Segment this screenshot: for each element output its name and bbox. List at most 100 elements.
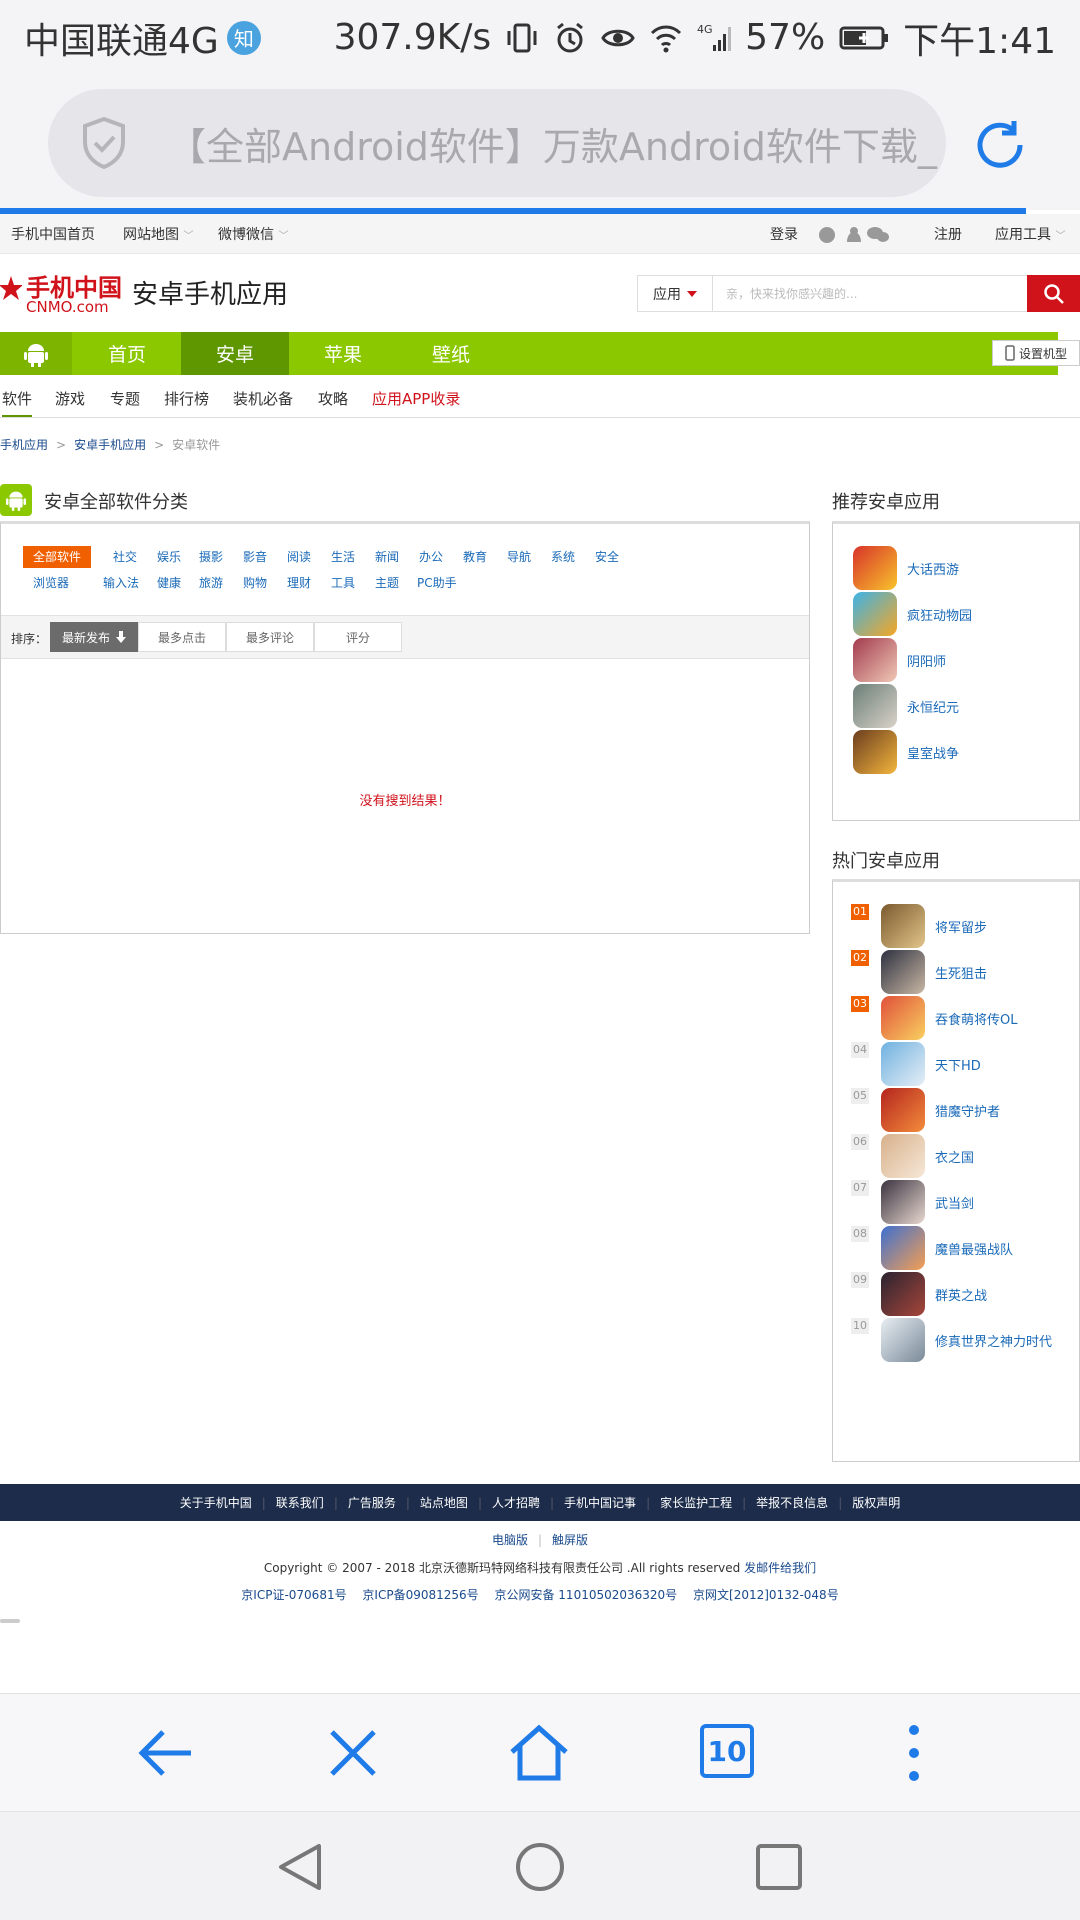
public-security-record[interactable]: 京公网安备 11010502036320号 <box>494 1588 677 1602</box>
tab-count-button[interactable]: 10 <box>700 1724 754 1778</box>
footer-link[interactable]: 人才招聘 <box>492 1494 540 1511</box>
category-filter[interactable]: 办公 <box>419 546 443 568</box>
category-filter[interactable]: 影音 <box>243 546 267 568</box>
system-back-icon[interactable] <box>275 1842 325 1892</box>
sort-rating-button[interactable]: 评分 <box>314 622 402 652</box>
social-icons <box>819 227 889 243</box>
home-icon[interactable] <box>508 1722 570 1784</box>
more-menu-icon[interactable] <box>883 1722 945 1784</box>
register-link[interactable]: 注册 <box>934 224 962 244</box>
category-filter[interactable]: 工具 <box>331 572 355 594</box>
app-icon <box>881 996 925 1040</box>
icp-license[interactable]: 京ICP证-070681号 <box>241 1588 346 1602</box>
category-filter[interactable]: 旅游 <box>199 572 223 594</box>
system-recents-icon[interactable] <box>755 1843 803 1891</box>
category-filter[interactable]: 教育 <box>463 546 487 568</box>
subnav-topics[interactable]: 专题 <box>110 388 140 409</box>
app-name: 天下HD <box>935 1059 981 1074</box>
carrier-label: 中国联通4G <box>24 20 219 62</box>
category-filter[interactable]: 理财 <box>287 572 311 594</box>
tab-android[interactable]: 安卓 <box>181 332 289 375</box>
sort-clicks-button[interactable]: 最多点击 <box>138 622 226 652</box>
tab-wallpaper[interactable]: 壁纸 <box>397 332 505 375</box>
main-nav: 首页 安卓 苹果 壁纸 <box>0 332 1058 375</box>
category-filter[interactable]: 摄影 <box>199 546 223 568</box>
category-filter[interactable]: 生活 <box>331 546 355 568</box>
category-filter[interactable]: 导航 <box>507 546 531 568</box>
category-all-active[interactable]: 全部软件 <box>23 546 92 568</box>
culture-license[interactable]: 京网文[2012]0132-048号 <box>693 1588 839 1602</box>
subnav-software[interactable]: 软件 <box>2 388 33 417</box>
footer-link[interactable]: 手机中国记事 <box>564 1494 636 1511</box>
category-filter[interactable]: 社交 <box>113 546 137 568</box>
qq-icon <box>847 227 861 242</box>
search-button[interactable] <box>1027 275 1080 312</box>
category-filter[interactable]: 娱乐 <box>157 546 181 568</box>
app-name: 吞食萌将传OL <box>935 1013 1018 1028</box>
divider: | <box>477 1495 482 1510</box>
search-input[interactable]: 亲，快来找你感兴趣的... <box>726 285 857 302</box>
footer-link[interactable]: 家长监护工程 <box>660 1494 732 1511</box>
category-filter[interactable]: 浏览器 <box>33 572 69 594</box>
touch-version-link[interactable]: 触屏版 <box>552 1533 588 1547</box>
recommended-title: 推荐安卓应用 <box>832 492 940 513</box>
subnav-essentials[interactable]: 装机必备 <box>233 388 293 409</box>
login-link[interactable]: 登录 <box>770 224 798 244</box>
category-filter[interactable]: 购物 <box>243 572 267 594</box>
category-filter[interactable]: 阅读 <box>287 546 311 568</box>
divider: | <box>550 1495 555 1510</box>
set-model-button[interactable]: 设置机型 <box>992 340 1080 366</box>
app-icon <box>881 950 925 994</box>
svg-text:4G: 4G <box>697 23 713 36</box>
email-us-link[interactable]: 发邮件给我们 <box>744 1561 816 1575</box>
rank-badge: 06 <box>851 1134 869 1150</box>
eye-icon <box>601 29 635 46</box>
battery-percent: 57% <box>745 17 826 58</box>
breadcrumb-current: 安卓软件 <box>172 438 221 452</box>
category-filter[interactable]: 健康 <box>157 572 181 594</box>
breadcrumb-mobile-apps[interactable]: 手机应用 <box>0 438 48 452</box>
app-icon <box>853 730 897 774</box>
desktop-version-link[interactable]: 电脑版 <box>492 1533 528 1547</box>
subnav-app-submission[interactable]: 应用APP收录 <box>372 388 460 409</box>
category-filter[interactable]: 系统 <box>551 546 575 568</box>
system-home-icon[interactable] <box>515 1842 565 1892</box>
subnav-games[interactable]: 游戏 <box>55 388 85 409</box>
category-filter[interactable]: 安全 <box>595 546 619 568</box>
subnav-guides[interactable]: 攻略 <box>318 388 348 409</box>
sort-newest-button[interactable]: 最新发布 <box>50 622 138 652</box>
tab-home[interactable]: 首页 <box>73 332 181 375</box>
android-nav-button[interactable] <box>0 332 72 375</box>
nav-sitemap-link[interactable]: 网站地图 ﹀ <box>123 224 193 244</box>
close-icon[interactable] <box>322 1722 384 1784</box>
footer-link[interactable]: 联系我们 <box>276 1494 324 1511</box>
footer-link[interactable]: 举报不良信息 <box>756 1494 828 1511</box>
app-name: 阴阳师 <box>907 655 947 670</box>
address-field[interactable]: 【全部Android软件】万款Android软件下载_ <box>48 89 946 197</box>
tab-apple[interactable]: 苹果 <box>289 332 397 375</box>
cnmo-logo[interactable]: 手机中国 CNMO.com <box>0 268 122 318</box>
footer-link[interactable]: 关于手机中国 <box>180 1494 252 1511</box>
rank-badge: 09 <box>851 1272 869 1288</box>
category-filter[interactable]: PC助手 <box>417 572 457 594</box>
nav-home-link[interactable]: 手机中国首页 <box>11 224 95 244</box>
app-name: 修真世界之神力时代 <box>935 1335 1053 1350</box>
category-filter[interactable]: 主题 <box>375 572 399 594</box>
category-filter[interactable]: 新闻 <box>375 546 399 568</box>
category-filter[interactable]: 输入法 <box>103 572 139 594</box>
nav-tools-link[interactable]: 应用工具 ﹀ <box>995 224 1065 244</box>
search-category-select[interactable]: 应用 <box>638 276 713 311</box>
loading-refresh-icon[interactable] <box>970 115 1030 175</box>
icp-record[interactable]: 京ICP备09081256号 <box>362 1588 478 1602</box>
breadcrumb-android-apps[interactable]: 安卓手机应用 <box>74 438 146 452</box>
sort-newest-label: 最新发布 <box>61 630 110 645</box>
alarm-icon <box>557 22 584 52</box>
android-icon <box>0 484 32 516</box>
nav-weibo-link[interactable]: 微博微信 ﹀ <box>218 224 288 244</box>
footer-link[interactable]: 站点地图 <box>420 1494 468 1511</box>
footer-link[interactable]: 版权声明 <box>852 1494 900 1511</box>
back-arrow-icon[interactable] <box>135 1722 197 1784</box>
footer-link[interactable]: 广告服务 <box>348 1494 396 1511</box>
sort-comments-button[interactable]: 最多评论 <box>226 622 314 652</box>
subnav-rankings[interactable]: 排行榜 <box>164 388 209 409</box>
